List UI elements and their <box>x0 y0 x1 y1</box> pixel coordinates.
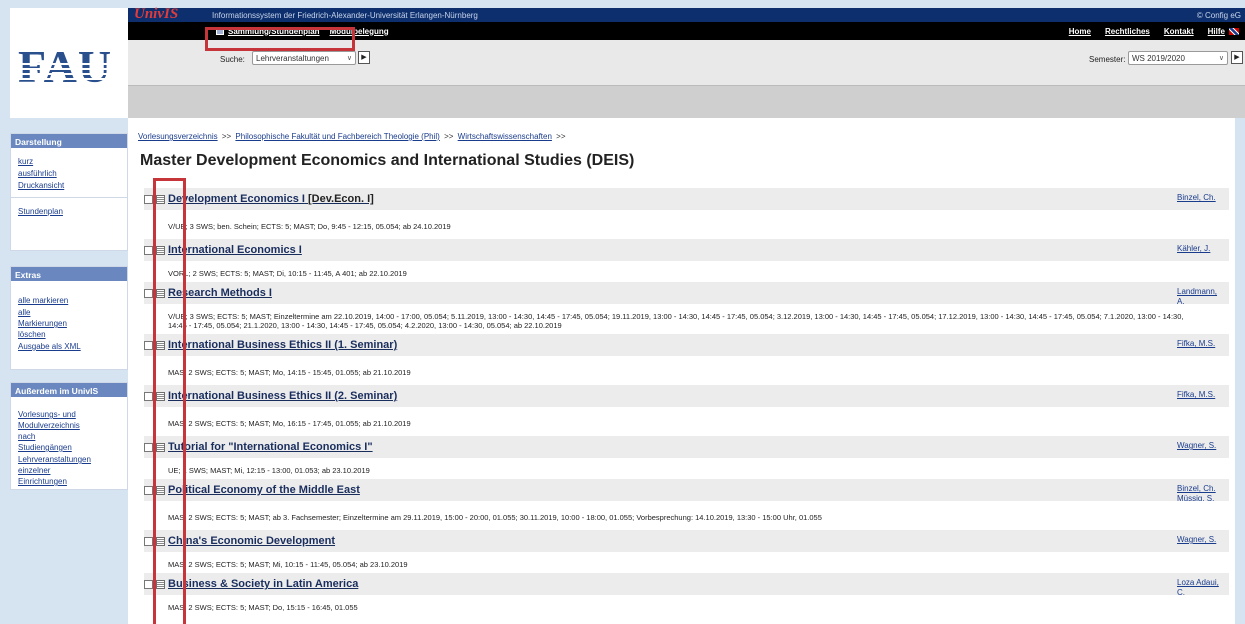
breadcrumb-item[interactable]: Vorlesungsverzeichnis <box>138 132 218 141</box>
sidebar-item-vorlesungsverzeichnis[interactable]: Vorlesungs- und Modulverzeichnis nach St… <box>18 409 90 453</box>
sidebar-item-druckansicht[interactable]: Druckansicht <box>18 180 122 191</box>
course-row: International Business Ethics II (2. Sem… <box>144 385 1229 436</box>
course-title-link[interactable]: Political Economy of the Middle East <box>168 484 360 496</box>
course-details: MAS; 2 SWS; ECTS: 5; MAST; Do, 15:15 - 1… <box>144 595 1229 616</box>
sidebar-ausserdem: Außerdem im UnivIS Vorlesungs- und Modul… <box>10 382 128 490</box>
search-go-button[interactable]: ▶ <box>358 51 370 64</box>
sidebar-extras: Extras alle markieren alle Markierungen … <box>10 266 128 370</box>
highlight-box-nav <box>205 27 355 51</box>
semester-go-button[interactable]: ▶ <box>1231 51 1243 64</box>
search-label: Suche: <box>220 55 245 64</box>
main-content: Vorlesungsverzeichnis >> Philosophische … <box>128 118 1235 624</box>
sidebar-heading: Darstellung <box>11 134 127 148</box>
course-row: International Business Ethics II (1. Sem… <box>144 334 1229 385</box>
course-title-link[interactable]: Development Economics I [Dev.Econ. I] <box>168 193 374 205</box>
nav-kontakt[interactable]: Kontakt <box>1164 27 1194 36</box>
sidebar-item-xml[interactable]: Ausgabe als XML <box>18 341 122 352</box>
course-row: China's Economic Development Wagner, S. MA… <box>144 530 1229 573</box>
lecturer-link[interactable]: Fifka, M.S. <box>1177 390 1219 400</box>
lecturer-link[interactable]: Binzel, Ch. <box>1177 193 1219 203</box>
breadcrumb-item[interactable]: Wirtschaftswissenschaften <box>458 132 552 141</box>
course-title-link[interactable]: International Economics I <box>168 244 302 256</box>
course-row: Tutorial for "International Economics I"… <box>144 436 1229 479</box>
sidebar-item-alle-markieren[interactable]: alle markieren <box>18 295 122 306</box>
course-row: International Economics I Kähler, J. VORL;… <box>144 239 1229 282</box>
uk-flag-icon[interactable] <box>1229 27 1239 35</box>
course-details: MAS; 2 SWS; ECTS: 5; MAST; Mo, 16:15 - 1… <box>144 407 1229 436</box>
course-row: Research Methods I Landmann, A. V/UE; 3 SW… <box>144 282 1229 334</box>
chevron-down-icon: ∨ <box>346 55 352 62</box>
sidebar-item-stundenplan[interactable]: Stundenplan <box>18 206 122 217</box>
lecturer-link[interactable]: Kähler, J. <box>1177 244 1219 254</box>
page-title: Master Development Economics and Interna… <box>140 152 635 169</box>
course-details: V/UE; 3 SWS; ben. Schein; ECTS: 5; MAST;… <box>144 210 1229 239</box>
course-checkbox[interactable] <box>144 341 153 350</box>
course-details: V/UE; 3 SWS; ECTS: 5; MAST; Einzeltermin… <box>144 304 1229 334</box>
header-spacer <box>128 86 1245 118</box>
course-details: MAS; 2 SWS; ECTS: 5; MAST; ab 3. Fachsem… <box>144 501 1229 530</box>
course-checkbox[interactable] <box>144 443 153 452</box>
course-details: MAS; 2 SWS; ECTS: 5; MAST; Mi, 10:15 - 1… <box>144 552 1229 573</box>
course-details: MAS; 2 SWS; ECTS: 5; MAST; Mo, 14:15 - 1… <box>144 356 1229 385</box>
sidebar-heading: Außerdem im UnivIS <box>11 383 127 397</box>
course-title-link[interactable]: China's Economic Development <box>168 535 335 547</box>
lecturer-link[interactable]: Wagner, S. <box>1177 441 1219 451</box>
course-title-link[interactable]: International Business Ethics II (1. Sem… <box>168 339 397 351</box>
breadcrumb-item[interactable]: Philosophische Fakultät und Fachbereich … <box>235 132 439 141</box>
course-checkbox[interactable] <box>144 580 153 589</box>
univis-brand[interactable]: UnivIS <box>134 6 178 23</box>
sidebar-heading: Extras <box>11 267 127 281</box>
sidebar-darstellung: Darstellung kurz ausführlich Druckansich… <box>10 133 128 251</box>
course-checkbox[interactable] <box>144 392 153 401</box>
breadcrumb: Vorlesungsverzeichnis >> Philosophische … <box>138 132 566 141</box>
course-list: Development Economics I [Dev.Econ. I] Bin… <box>144 188 1229 616</box>
course-checkbox[interactable] <box>144 537 153 546</box>
lecturer-link[interactable]: Fifka, M.S. <box>1177 339 1219 349</box>
course-title-link[interactable]: Tutorial for "International Economics I" <box>168 441 373 453</box>
course-details: VORL; 2 SWS; ECTS: 5; MAST; Di, 10:15 - … <box>144 261 1229 282</box>
semester-select[interactable]: WS 2019/2020 ∨ <box>1128 51 1228 65</box>
lecturer-link[interactable]: Wagner, S. <box>1177 535 1219 545</box>
course-title-link[interactable]: International Business Ethics II (2. Sem… <box>168 390 397 402</box>
sidebar-item-einrichtungen[interactable]: Lehrveranstaltungen einzelner Einrichtun… <box>18 454 91 487</box>
config-credit: © Config eG <box>1196 11 1241 20</box>
sidebar-item-markierungen-loeschen[interactable]: alle Markierungen löschen <box>18 307 78 340</box>
nav-home[interactable]: Home <box>1069 27 1091 36</box>
sidebar-item-kurz[interactable]: kurz <box>18 156 122 167</box>
course-title-link[interactable]: Business & Society in Latin America <box>168 578 358 590</box>
highlight-box-checkboxes <box>153 178 186 624</box>
top-bar: UnivIS Informationssystem der Friedrich-… <box>128 6 1245 23</box>
system-subtitle: Informationssystem der Friedrich-Alexand… <box>212 11 478 20</box>
course-row: Political Economy of the Middle East Binz… <box>144 479 1229 530</box>
chevron-down-icon: ∨ <box>1218 55 1224 62</box>
course-row: Business & Society in Latin America Loza … <box>144 573 1229 616</box>
course-checkbox[interactable] <box>144 486 153 495</box>
course-checkbox[interactable] <box>144 195 153 204</box>
sidebar-item-ausfuehrlich[interactable]: ausführlich <box>18 168 122 179</box>
fau-logo[interactable]: FAU <box>10 8 128 118</box>
semester-label: Semester: <box>1089 55 1126 64</box>
course-checkbox[interactable] <box>144 289 153 298</box>
nav-hilfe[interactable]: Hilfe <box>1208 27 1225 36</box>
course-row: Development Economics I [Dev.Econ. I] Bin… <box>144 188 1229 239</box>
nav-rechtliches[interactable]: Rechtliches <box>1105 27 1150 36</box>
course-details: UE; 1 SWS; MAST; Mi, 12:15 - 13:00, 01.0… <box>144 458 1229 479</box>
course-checkbox[interactable] <box>144 246 153 255</box>
search-select[interactable]: Lehrveranstaltungen ∨ <box>252 51 356 65</box>
header: FAU UnivIS Informationssystem der Friedr… <box>10 6 1245 118</box>
